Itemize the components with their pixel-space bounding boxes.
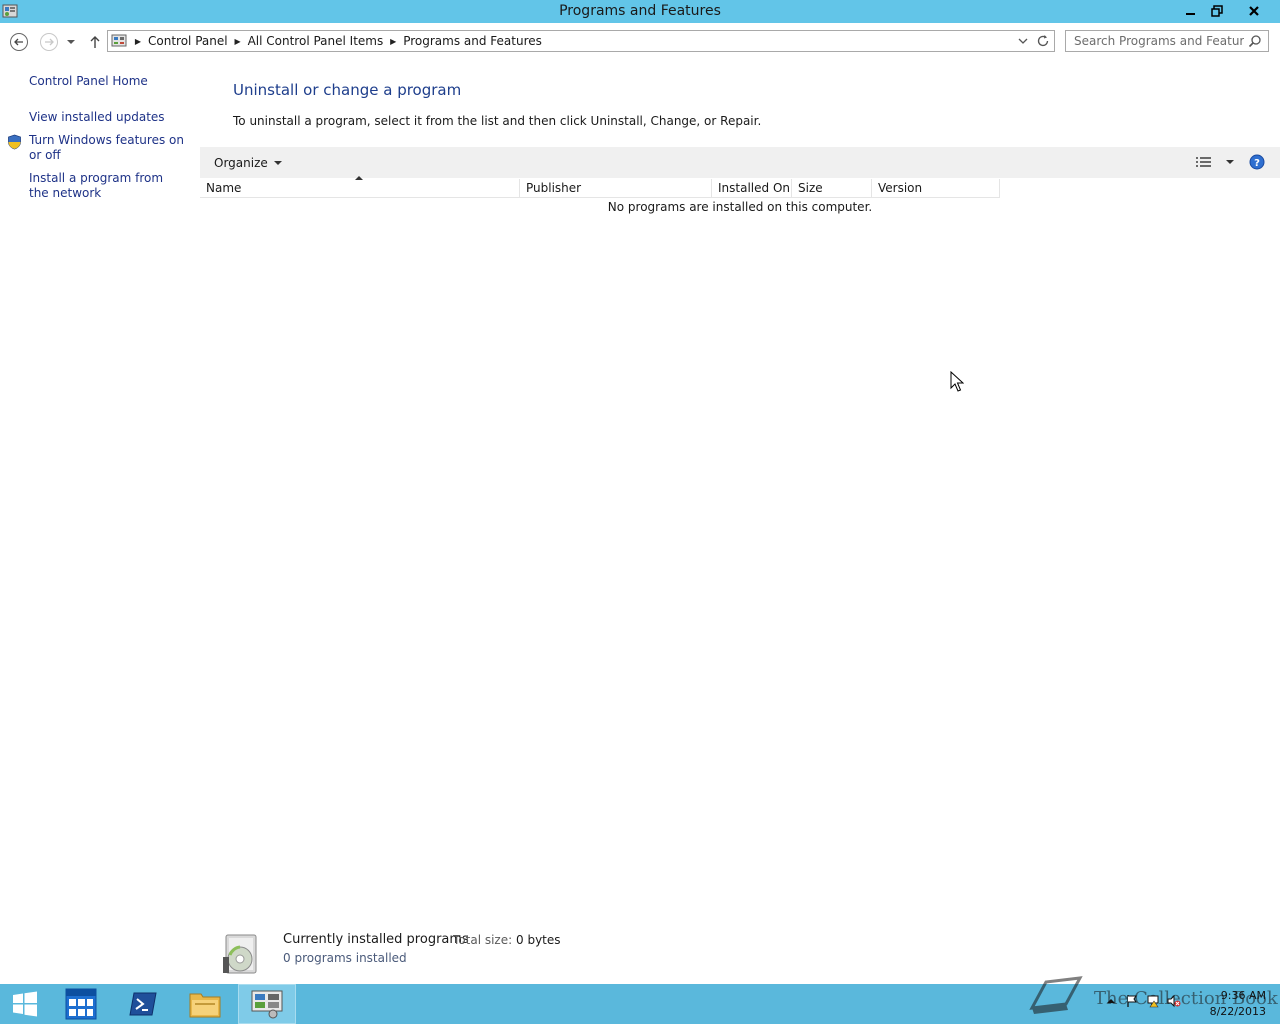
control-panel-home-link[interactable]: Control Panel Home xyxy=(29,74,148,89)
server-manager-taskbar-button[interactable] xyxy=(52,984,110,1024)
empty-list-message: No programs are installed on this comput… xyxy=(607,200,873,214)
organize-button[interactable]: Organize xyxy=(208,153,288,173)
control-panel-icon xyxy=(251,990,283,1019)
title-bar: Programs and Features xyxy=(0,0,1280,23)
organize-label: Organize xyxy=(214,156,268,170)
change-view-button[interactable] xyxy=(1195,154,1213,170)
navigation-bar: ▶ Control Panel ▶ All Control Panel Item… xyxy=(0,23,1280,59)
powershell-taskbar-button[interactable] xyxy=(114,984,172,1024)
column-version[interactable]: Version xyxy=(872,179,1000,198)
breadcrumb-separator-icon[interactable]: ▶ xyxy=(387,37,399,46)
breadcrumb-separator-icon[interactable]: ▶ xyxy=(132,37,144,46)
maximize-icon xyxy=(1211,4,1223,17)
minimize-button[interactable] xyxy=(1177,0,1204,21)
close-button[interactable] xyxy=(1230,0,1277,21)
total-size-label: Total size: xyxy=(453,933,513,947)
network-icon[interactable] xyxy=(1146,994,1160,1008)
clock-time: 9:36 AM xyxy=(1220,989,1266,1002)
programs-icon xyxy=(220,931,264,977)
volume-muted-icon[interactable] xyxy=(1167,994,1181,1008)
column-name[interactable]: Name xyxy=(200,176,520,198)
search-box[interactable] xyxy=(1065,30,1269,52)
svg-text:?: ? xyxy=(1254,158,1260,169)
chevron-down-icon xyxy=(1226,160,1234,164)
breadcrumb-programs-features[interactable]: Programs and Features xyxy=(399,34,546,48)
mouse-cursor-icon xyxy=(950,371,964,392)
search-input[interactable] xyxy=(1066,31,1244,51)
install-from-network-link[interactable]: Install a program from the network xyxy=(29,171,179,201)
command-bar: Organize ? xyxy=(200,147,1280,178)
breadcrumb-all-items[interactable]: All Control Panel Items xyxy=(244,34,388,48)
view-options-dropdown[interactable] xyxy=(1224,156,1236,168)
help-button[interactable]: ? xyxy=(1249,154,1265,170)
column-name-label: Name xyxy=(206,181,242,195)
minimize-icon xyxy=(1185,12,1195,15)
up-button[interactable] xyxy=(85,32,105,52)
explorer-icon xyxy=(189,993,221,1018)
show-hidden-icons-icon[interactable] xyxy=(1104,994,1118,1008)
shield-icon xyxy=(7,134,22,150)
book-icon xyxy=(1029,976,1083,1014)
window-title: Programs and Features xyxy=(559,3,721,19)
program-count: 0 programs installed xyxy=(283,951,407,965)
address-bar[interactable]: ▶ Control Panel ▶ All Control Panel Item… xyxy=(107,30,1055,52)
back-arrow-icon xyxy=(10,33,28,51)
details-title: Currently installed programs xyxy=(283,932,469,947)
chevron-down-icon xyxy=(67,40,75,44)
powershell-icon xyxy=(129,992,157,1016)
back-button[interactable] xyxy=(9,32,29,52)
start-button[interactable] xyxy=(0,984,50,1024)
view-icon xyxy=(1196,157,1211,167)
windows-features-link[interactable]: Turn Windows features on or off xyxy=(29,133,189,163)
server-manager-icon xyxy=(65,988,97,1020)
clock-date: 8/22/2013 xyxy=(1209,1005,1266,1018)
file-explorer-taskbar-button[interactable] xyxy=(176,984,234,1024)
help-icon: ? xyxy=(1249,154,1265,170)
forward-arrow-icon xyxy=(40,33,58,51)
control-panel-taskbar-button[interactable] xyxy=(238,984,296,1024)
left-pane: Control Panel Home View installed update… xyxy=(0,59,200,984)
column-publisher[interactable]: Publisher xyxy=(520,179,712,198)
page-title: Uninstall or change a program xyxy=(233,81,462,99)
refresh-icon xyxy=(1037,35,1049,47)
details-pane: Currently installed programs Total size:… xyxy=(200,925,1280,984)
recent-locations-button[interactable] xyxy=(64,32,78,52)
close-icon xyxy=(1248,5,1259,16)
instruction-text: To uninstall a program, select it from t… xyxy=(233,114,762,128)
total-size-value: 0 bytes xyxy=(516,933,561,947)
refresh-button[interactable] xyxy=(1036,34,1050,48)
address-dropdown-button[interactable] xyxy=(1016,35,1030,47)
breadcrumb-separator-icon[interactable]: ▶ xyxy=(232,37,244,46)
breadcrumb: ▶ Control Panel ▶ All Control Panel Item… xyxy=(132,34,546,48)
view-installed-updates-link[interactable]: View installed updates xyxy=(29,110,165,125)
breadcrumb-control-panel[interactable]: Control Panel xyxy=(144,34,232,48)
column-installed-on[interactable]: Installed On xyxy=(712,179,792,198)
taskbar: The Collection Book 9:36 AM 8/22/2013 xyxy=(0,976,1280,1024)
column-header-row: Name Publisher Installed On Size Version xyxy=(200,176,1000,198)
clock[interactable]: 9:36 AM 8/22/2013 xyxy=(1200,988,1266,1020)
column-size[interactable]: Size xyxy=(792,179,872,198)
up-arrow-icon xyxy=(90,36,100,48)
action-center-flag-icon[interactable] xyxy=(1125,994,1139,1008)
search-icon[interactable] xyxy=(1248,34,1262,48)
start-icon xyxy=(13,991,37,1017)
sort-ascending-icon xyxy=(355,176,363,180)
control-panel-location-icon xyxy=(111,33,127,49)
chevron-down-icon xyxy=(1018,38,1028,44)
chevron-down-icon xyxy=(273,161,282,165)
system-tray xyxy=(1104,994,1181,1008)
restore-button[interactable] xyxy=(1204,0,1230,21)
forward-button[interactable] xyxy=(39,32,59,52)
